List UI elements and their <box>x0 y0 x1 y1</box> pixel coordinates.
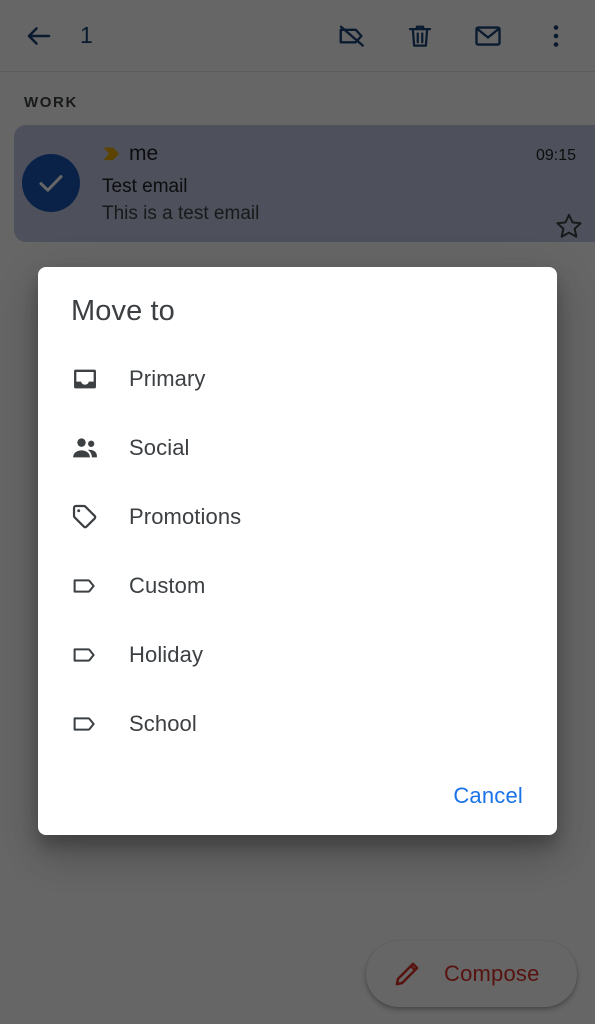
label-outline-icon <box>71 708 111 740</box>
dialog-item-promotions[interactable]: Promotions <box>38 482 557 551</box>
dialog-item-label: Promotions <box>129 503 242 529</box>
dialog-title: Move to <box>71 295 175 327</box>
cancel-button[interactable]: Cancel <box>447 775 529 817</box>
dialog-item-label: Holiday <box>129 641 204 667</box>
move-to-dialog: Move to Primary Social Promotions Custom… <box>38 267 557 835</box>
dialog-item-holiday[interactable]: Holiday <box>38 620 557 689</box>
inbox-icon <box>71 363 111 395</box>
people-icon <box>71 432 111 464</box>
dialog-item-primary[interactable]: Primary <box>38 344 557 413</box>
dialog-item-label: Social <box>129 434 190 460</box>
dialog-item-label: Primary <box>129 365 206 391</box>
label-outline-icon <box>71 639 111 671</box>
local-offer-icon <box>71 501 111 533</box>
dialog-item-label: Custom <box>129 572 206 598</box>
label-outline-icon <box>71 570 111 602</box>
dialog-item-label: School <box>129 710 197 736</box>
dialog-option-list: Primary Social Promotions Custom Holiday… <box>38 344 557 758</box>
dialog-action-bar: Cancel <box>447 757 557 835</box>
dialog-item-custom[interactable]: Custom <box>38 551 557 620</box>
dialog-item-school[interactable]: School <box>38 689 557 758</box>
dialog-item-social[interactable]: Social <box>38 413 557 482</box>
